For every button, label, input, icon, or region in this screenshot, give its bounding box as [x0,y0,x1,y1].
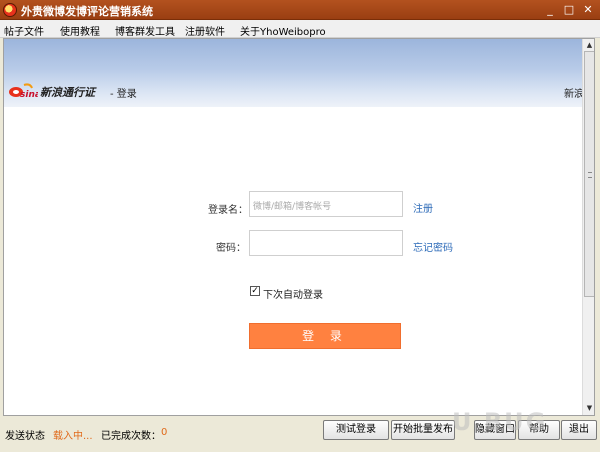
embedded-browser: sina 新浪通行证 - 登录 新浪 登录名： 微博/邮箱/博客帐号 注册 密码… [3,38,595,416]
username-input[interactable]: 微博/邮箱/博客帐号 [249,191,403,217]
auto-login-label[interactable]: 下次自动登录 [263,286,323,301]
sina-logo: sina [9,83,38,99]
start-batch-button[interactable]: 开始批量发布 [391,420,455,440]
grip-icon [588,172,592,178]
menu-item-about[interactable]: 关于YhoWeibopro [240,23,326,38]
scroll-down-icon[interactable]: ▼ [584,403,594,414]
window-title: 外贵微博发博评论营销系统 [21,5,153,18]
password-label: 密码： [216,243,246,254]
close-window-button[interactable]: ✕ [580,2,596,17]
watermark: U BUG [452,408,548,436]
sina-home-link[interactable]: 新浪 [564,85,584,100]
login-button[interactable]: 登 录 [249,323,401,349]
menu-item-tutorial[interactable]: 使用教程 [60,23,100,38]
password-input[interactable] [249,230,403,256]
sina-logo-text: sina [20,90,38,99]
maximize-window-button[interactable]: □ [561,2,577,17]
test-login-button[interactable]: 测试登录 [323,420,389,440]
username-label: 登录名： [208,205,248,216]
minimize-window-button[interactable]: _ [542,2,558,17]
menu-item-blog-tool[interactable]: 博客群发工具 [115,23,175,38]
menu-bar: 帖子文件 使用教程 博客群发工具 注册软件 关于YhoWeibopro [0,20,600,38]
send-status-label: 发送状态 [5,431,45,442]
login-breadcrumb: - 登录 [110,89,137,100]
sina-pass-title: 新浪通行证 [40,86,95,99]
weibo-app-icon [3,3,17,17]
menu-item-post-file[interactable]: 帖子文件 [4,23,44,38]
send-status-value: 载入中... [53,431,93,442]
sina-banner: sina 新浪通行证 - 登录 新浪 [4,39,584,107]
register-link[interactable]: 注册 [413,200,433,215]
scroll-up-icon[interactable]: ▲ [584,40,594,51]
auto-login-checkbox[interactable]: ✓ [250,286,260,296]
vertical-scrollbar[interactable]: ▲ ▼ [582,39,594,415]
forgot-password-link[interactable]: 忘记密码 [413,239,453,254]
exit-button[interactable]: 退出 [561,420,597,440]
menu-item-register[interactable]: 注册软件 [185,23,225,38]
completed-count-label: 已完成次数： [101,431,161,442]
app-window: 外贵微博发博评论营销系统 _ □ ✕ 帖子文件 使用教程 博客群发工具 注册软件… [0,0,600,452]
scrollbar-thumb[interactable] [584,51,594,297]
title-bar[interactable]: 外贵微博发博评论营销系统 _ □ ✕ [0,0,600,20]
completed-count-value: 0 [161,427,168,438]
